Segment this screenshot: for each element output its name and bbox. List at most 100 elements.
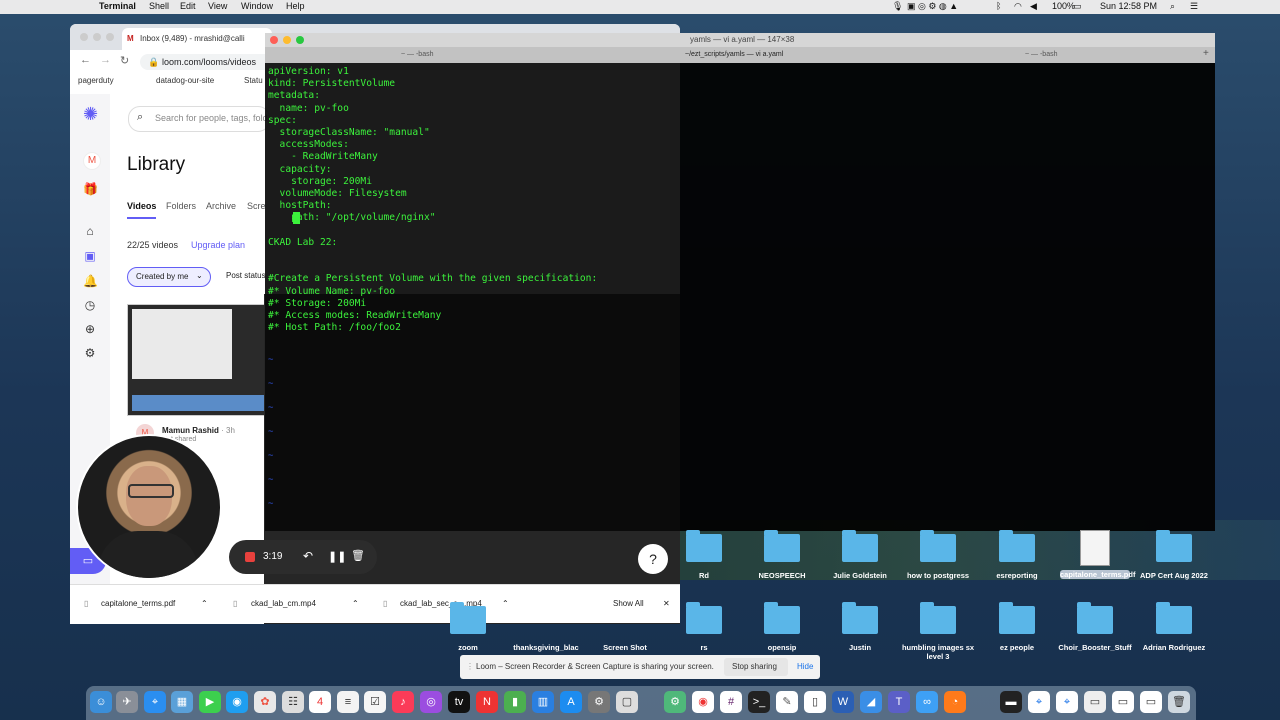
launchpad-icon[interactable]: ✈	[116, 691, 138, 713]
desktop-folder[interactable]: how to postgress	[898, 530, 978, 580]
loom-logo-icon[interactable]: ✺	[83, 104, 98, 125]
textedit-icon[interactable]: ✎	[776, 691, 798, 713]
share-drag-handle-icon[interactable]: ⋮	[466, 662, 474, 671]
chevron-up-icon[interactable]: ⌃	[352, 599, 359, 608]
spotlight-icon[interactable]: ⌕	[1170, 1, 1175, 12]
home-icon[interactable]: ⌂	[83, 224, 97, 238]
back-icon[interactable]: ←	[80, 54, 91, 66]
terminal-tab-bash-2[interactable]: ~ — -bash	[1025, 51, 1058, 58]
desktop-folder[interactable]: humbling images sx level 3	[898, 602, 978, 661]
desktop-folder[interactable]: Julie Goldstein	[820, 530, 900, 580]
undo-icon[interactable]: ↶	[303, 549, 313, 563]
menu-window[interactable]: Window	[241, 1, 273, 11]
desktop-folder[interactable]: opensip	[742, 602, 822, 652]
photos-icon[interactable]: ✿	[254, 691, 276, 713]
safari-icon[interactable]: ⌖	[144, 691, 166, 713]
app-store-icon[interactable]: A	[560, 691, 582, 713]
menu-app-name[interactable]: Terminal	[99, 1, 136, 11]
desktop-folder[interactable]: Choir_Booster_Stuff	[1055, 602, 1135, 652]
music-icon[interactable]: ♪	[392, 691, 414, 713]
teams-icon[interactable]: T	[888, 691, 910, 713]
firefox-icon[interactable]: ◔	[944, 691, 966, 713]
download-item-2[interactable]: ckad_lab_cm.mp4	[251, 599, 316, 608]
download-item-1[interactable]: capitalone_terms.pdf	[101, 599, 175, 608]
desktop-folder[interactable]: Justin	[820, 602, 900, 652]
safari-window-icon[interactable]: ⌖	[1056, 691, 1078, 713]
terminal-buffer[interactable]: apiVersion: v1 kind: PersistentVolume me…	[268, 66, 597, 334]
tab-videos[interactable]: Videos	[127, 201, 157, 219]
close-window-dot[interactable]	[270, 36, 278, 44]
trash-icon[interactable]: 🗑	[351, 549, 365, 562]
window-icon[interactable]: ▭	[1112, 691, 1134, 713]
menu-view[interactable]: View	[208, 1, 227, 11]
desktop-file[interactable]: capitalone_terms.pdf	[1055, 530, 1135, 579]
system-preferences-icon[interactable]: ⚙	[588, 691, 610, 713]
volume-icon[interactable]: ◀	[1030, 1, 1037, 12]
bookmark-pagerduty[interactable]: pagerduty	[78, 76, 114, 85]
forward-icon[interactable]: →	[100, 54, 111, 66]
trash-icon[interactable]: 🗑	[1168, 691, 1190, 713]
zoom-window-dot[interactable]	[296, 36, 304, 44]
desktop-folder[interactable]: rs	[664, 602, 744, 652]
facetime-icon[interactable]: ▶	[199, 691, 221, 713]
finder-icon[interactable]: ☺	[90, 691, 112, 713]
keynote-icon[interactable]: ▥	[532, 691, 554, 713]
tab-folders[interactable]: Folders	[166, 201, 196, 211]
desktop-folder[interactable]: NEOSPEECH	[742, 530, 822, 580]
tab-screenshots[interactable]: Scre	[247, 201, 266, 211]
reload-icon[interactable]: ↻	[120, 54, 129, 67]
upgrade-plan-link[interactable]: Upgrade plan	[191, 240, 245, 250]
preview-icon[interactable]: ▦	[171, 691, 193, 713]
xcode-icon[interactable]: ◢	[860, 691, 882, 713]
workspace-avatar[interactable]: M	[83, 152, 101, 170]
sheets-icon[interactable]: ⚙	[664, 691, 686, 713]
status-icons[interactable]: ▣ ◎ ⚙ ◍ ▲	[907, 1, 958, 12]
calendar-icon[interactable]: 4	[309, 691, 331, 713]
desktop-folder[interactable]: esreporting	[977, 530, 1057, 580]
tab-gmail[interactable]: M Inbox (9,489) - mrashid@calli	[122, 28, 272, 50]
notes-icon[interactable]: ≡	[337, 691, 359, 713]
close-window-dot[interactable]	[80, 33, 88, 41]
hide-button[interactable]: Hide	[797, 662, 813, 671]
control-center-icon[interactable]: ☰	[1190, 1, 1198, 12]
numbers-icon[interactable]: ▮	[504, 691, 526, 713]
library-icon[interactable]: ▣	[83, 249, 97, 263]
apple-tv-icon[interactable]: tv	[448, 691, 470, 713]
app-icon[interactable]: ▢	[616, 691, 638, 713]
tab-archive[interactable]: Archive	[206, 201, 236, 211]
gift-icon[interactable]: 🎁	[83, 182, 98, 196]
zoom-window-dot[interactable]	[106, 33, 114, 41]
pause-icon[interactable]: ❚❚	[328, 550, 346, 563]
minimize-window-dot[interactable]	[283, 36, 291, 44]
menu-shell[interactable]: Shell	[149, 1, 169, 11]
terminal-tab-bash-1[interactable]: ~ — -bash	[401, 51, 434, 58]
desktop-folder[interactable]: ez people	[977, 602, 1057, 652]
contacts-icon[interactable]: ☷	[282, 691, 304, 713]
desktop-folder[interactable]: ADP Cert Aug 2022	[1134, 530, 1214, 580]
mic-icon[interactable]: 🎙	[892, 1, 903, 12]
safari-window-icon[interactable]: ⌖	[1028, 691, 1050, 713]
bluetooth-icon[interactable]: ᛒ	[996, 1, 1001, 11]
webcam-bubble[interactable]	[76, 434, 222, 580]
chevron-up-icon[interactable]: ⌃	[201, 599, 208, 608]
reminders-icon[interactable]: ☑	[364, 691, 386, 713]
webex-icon[interactable]: ∞	[916, 691, 938, 713]
battery-icon[interactable]: ▭	[1073, 1, 1082, 12]
terminal-tab-vi[interactable]: ~/ezt_scripts/yamls — vi a.yaml	[685, 51, 783, 58]
slack-icon[interactable]: #	[720, 691, 742, 713]
video-thumbnail[interactable]	[127, 304, 269, 416]
podcasts-icon[interactable]: ◎	[420, 691, 442, 713]
screen-icon[interactable]: ▬	[1000, 691, 1022, 713]
desktop-folder[interactable]: Rd	[664, 530, 744, 580]
window-icon[interactable]: ▭	[1084, 691, 1106, 713]
word-icon[interactable]: W	[832, 691, 854, 713]
terminal-icon[interactable]: >_	[748, 691, 770, 713]
created-by-me-filter[interactable]: Created by me ⌄	[127, 267, 211, 287]
news-icon[interactable]: N	[476, 691, 498, 713]
document-icon[interactable]: ▯	[804, 691, 826, 713]
battery-percent[interactable]: 100%	[1052, 1, 1075, 11]
menu-help[interactable]: Help	[286, 1, 305, 11]
new-tab-icon[interactable]: +	[1203, 48, 1209, 59]
desktop-folder[interactable]: zoom	[428, 602, 508, 652]
messages-icon[interactable]: ◉	[226, 691, 248, 713]
